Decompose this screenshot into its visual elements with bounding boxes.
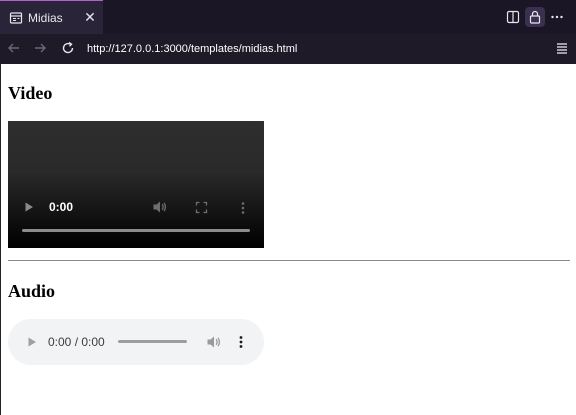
video-heading: Video xyxy=(8,83,53,103)
fullscreen-icon[interactable] xyxy=(195,201,208,214)
page-icon xyxy=(9,11,23,25)
volume-icon[interactable] xyxy=(152,200,168,214)
more-options-button[interactable] xyxy=(547,7,567,27)
volume-icon[interactable] xyxy=(206,335,222,349)
play-icon[interactable] xyxy=(26,336,38,348)
navigation-bar: http://127.0.0.1:3000/templates/midias.h… xyxy=(0,34,576,64)
more-vertical-icon[interactable] xyxy=(238,335,244,349)
more-horizontal-icon xyxy=(551,15,563,19)
split-view-button[interactable] xyxy=(503,7,523,27)
audio-progress-bar[interactable] xyxy=(118,340,187,343)
split-view-icon xyxy=(506,10,520,24)
arrow-left-icon xyxy=(8,43,19,53)
lock-button[interactable] xyxy=(525,7,545,27)
video-time: 0:00 xyxy=(49,200,74,214)
menu-button[interactable] xyxy=(554,40,572,58)
browser-tab[interactable]: Midias ✕ xyxy=(0,0,103,34)
reload-button[interactable] xyxy=(60,40,78,58)
audio-player[interactable]: 0:00 / 0:00 xyxy=(8,319,264,365)
close-tab-icon[interactable]: ✕ xyxy=(82,9,98,25)
hamburger-menu-icon xyxy=(557,43,567,54)
tab-title: Midias xyxy=(28,11,63,25)
video-player[interactable]: 0:00 xyxy=(8,121,264,248)
arrow-right-icon xyxy=(35,43,46,53)
audio-time: 0:00 / 0:00 xyxy=(48,335,105,349)
audio-heading: Audio xyxy=(8,281,56,301)
forward-button[interactable] xyxy=(32,40,50,58)
lock-icon xyxy=(529,10,541,24)
page-content: Video 0:00 Audio 0:00 / 0:00 xyxy=(0,64,576,415)
video-progress-bar[interactable] xyxy=(22,229,250,232)
play-icon[interactable] xyxy=(23,201,35,213)
section-divider xyxy=(8,260,570,261)
reload-icon xyxy=(62,41,74,54)
more-vertical-icon[interactable] xyxy=(240,201,246,215)
browser-title-bar: Midias ✕ xyxy=(0,0,576,34)
address-bar-url[interactable]: http://127.0.0.1:3000/templates/midias.h… xyxy=(87,41,297,57)
back-button[interactable] xyxy=(6,40,24,58)
